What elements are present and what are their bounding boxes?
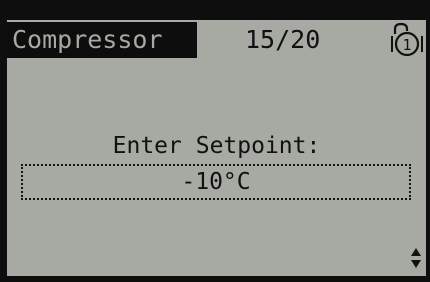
setpoint-input[interactable]: -10°C xyxy=(21,164,411,200)
header-bar: Compressor 15/20 1 xyxy=(7,20,426,60)
menu-title-highlight: Compressor xyxy=(7,22,197,58)
padlock-open-icon: 1 xyxy=(389,22,425,57)
display-bezel: Compressor 15/20 1 Enter Setpoint: -10°C xyxy=(0,0,430,282)
lcd-screen: Compressor 15/20 1 Enter Setpoint: -10°C xyxy=(7,20,426,276)
page-counter: 15/20 xyxy=(245,25,321,54)
content-area: Enter Setpoint: -10°C xyxy=(7,60,426,276)
setpoint-prompt: Enter Setpoint: xyxy=(112,133,321,159)
menu-title: Compressor xyxy=(12,25,163,54)
up-down-arrows-icon xyxy=(410,247,422,269)
setpoint-value: -10°C xyxy=(181,169,251,195)
lock-number: 1 xyxy=(402,36,411,54)
